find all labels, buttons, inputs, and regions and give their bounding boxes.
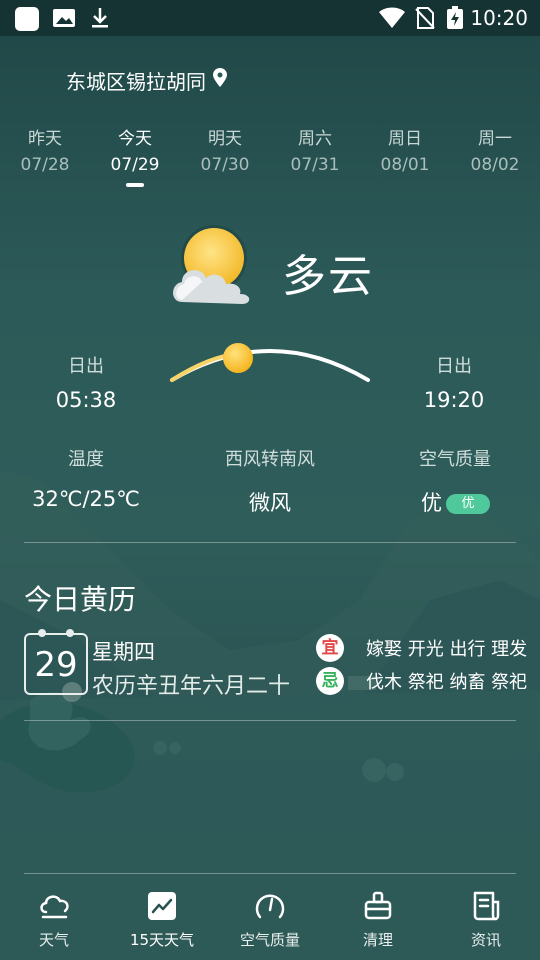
- sunrise-time: 05:38: [55, 388, 117, 412]
- sunset-label: 日出: [436, 356, 472, 377]
- sunrise-label: 日出: [68, 356, 104, 377]
- yi-tag: 宜: [316, 634, 344, 662]
- lunar-date: 农历辛丑年六月二十: [92, 674, 291, 699]
- tab-monday[interactable]: 周一 08/02: [450, 124, 540, 175]
- calendar-icon: 29: [24, 629, 88, 695]
- tab-date: 08/01: [380, 155, 430, 175]
- tab-date: 07/29: [110, 155, 160, 175]
- sunrise-info: 日出 05:38: [52, 352, 120, 412]
- nav-label: 资讯: [470, 931, 501, 949]
- temperature-label: 温度: [68, 449, 104, 470]
- sun-arc: [170, 343, 370, 382]
- no-sim-icon: [414, 6, 436, 34]
- broom-icon: [333, 889, 423, 923]
- tab-sunday[interactable]: 周日 08/01: [360, 124, 450, 175]
- gauge-icon: [225, 889, 315, 923]
- wind-label: 西风转南风: [225, 449, 315, 470]
- tab-label: 今天: [118, 129, 152, 149]
- air-quality-label: 空气质量: [419, 449, 491, 470]
- calendar-ring: [38, 629, 46, 637]
- tab-label: 昨天: [28, 129, 62, 149]
- tab-label: 周一: [478, 129, 512, 149]
- air-quality-value: 优: [421, 491, 442, 515]
- trend-chart-icon: [117, 889, 207, 923]
- calendar-ring: [66, 629, 74, 637]
- divider: [24, 542, 516, 543]
- temperature-value: 32℃/25℃: [32, 487, 140, 511]
- temperature-metric: 温度 32℃/25℃: [26, 445, 146, 511]
- nav-air-quality[interactable]: 空气质量: [225, 889, 315, 950]
- tab-label: 明天: [208, 129, 242, 149]
- air-quality-badge: 优: [446, 494, 490, 514]
- weather-condition: 多云: [282, 251, 374, 302]
- nav-label: 天气: [38, 931, 69, 949]
- news-icon: [441, 889, 531, 923]
- location-name: 东城区锡拉胡同: [66, 70, 206, 94]
- tab-tomorrow[interactable]: 明天 07/30: [180, 124, 270, 175]
- status-bar: 10:20: [0, 0, 540, 36]
- app-notification-icon: [14, 6, 40, 36]
- nav-label: 清理: [362, 931, 393, 949]
- location-pin-icon: [212, 68, 228, 93]
- ji-items: 伐木 祭祀 纳畜 祭祀: [366, 672, 528, 693]
- calendar-day: 29: [34, 645, 78, 685]
- tab-date: 08/02: [470, 155, 520, 175]
- bottom-nav: 天气 15天天气 空气质量 清理 资讯: [0, 875, 540, 960]
- wind-metric: 西风转南风 微风: [200, 445, 340, 517]
- sunset-info: 日出 19:20: [420, 352, 488, 412]
- nav-news[interactable]: 资讯: [441, 889, 531, 950]
- air-quality-value-row: 优优: [400, 487, 510, 517]
- location[interactable]: 东城区锡拉胡同: [66, 66, 228, 95]
- download-icon: [88, 6, 112, 34]
- nav-clean[interactable]: 清理: [333, 889, 423, 950]
- date-tabs: 昨天 07/28 今天 07/29 明天 07/30 周六 07/31 周日 0…: [0, 124, 540, 194]
- tab-label: 周日: [388, 129, 422, 149]
- cloud-icon: [9, 889, 99, 923]
- tab-today[interactable]: 今天 07/29: [90, 124, 180, 187]
- nav-label: 空气质量: [239, 931, 300, 949]
- yi-items: 嫁娶 开光 出行 理发: [366, 639, 528, 660]
- tab-date: 07/28: [20, 155, 70, 175]
- tab-saturday[interactable]: 周六 07/31: [270, 124, 360, 175]
- air-quality-metric[interactable]: 空气质量 优优: [400, 445, 510, 517]
- sun-position-marker: [223, 343, 253, 373]
- weekday: 星期四: [92, 640, 155, 664]
- battery-charging-icon: [446, 6, 464, 34]
- nav-weather[interactable]: 天气: [9, 889, 99, 950]
- divider: [24, 720, 516, 721]
- tab-date: 07/31: [290, 155, 340, 175]
- image-icon: [52, 6, 76, 34]
- tab-indicator: [126, 183, 144, 187]
- tab-date: 07/30: [200, 155, 250, 175]
- ji-tag: 忌: [316, 667, 344, 695]
- almanac-yi-row: 宜 嫁娶 开光 出行 理发: [316, 634, 527, 662]
- status-time: 10:20: [470, 6, 528, 30]
- almanac-title: 今日黄历: [24, 583, 137, 616]
- tab-label: 周六: [298, 129, 332, 149]
- almanac-ji-row: 忌 伐木 祭祀 纳畜 祭祀: [316, 667, 527, 695]
- nav-label: 15天天气: [129, 931, 195, 949]
- wind-value: 微风: [249, 491, 291, 515]
- nav-15-day[interactable]: 15天天气: [117, 889, 207, 950]
- partly-cloudy-icon: [168, 222, 258, 312]
- sunset-time: 19:20: [423, 388, 485, 412]
- bottom-nav-divider: [24, 873, 516, 874]
- tab-yesterday[interactable]: 昨天 07/28: [0, 124, 90, 175]
- wifi-icon: [378, 6, 406, 34]
